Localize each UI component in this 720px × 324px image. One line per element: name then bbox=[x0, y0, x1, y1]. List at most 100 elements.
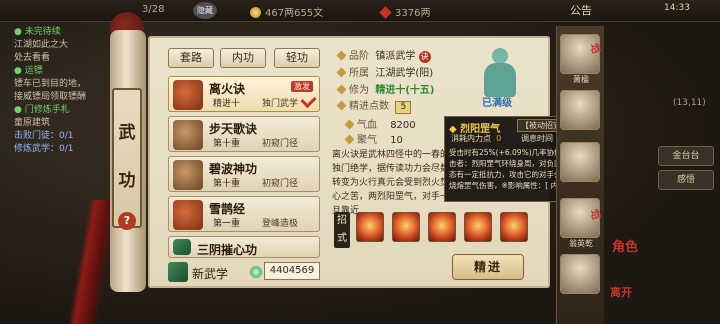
scroll-title-plaque: 武 功 bbox=[112, 88, 142, 228]
upgrade-button[interactable]: 精进 bbox=[452, 254, 524, 280]
fan-scroll-icon bbox=[173, 160, 203, 190]
rank-seal-icon: 诀 bbox=[418, 51, 431, 63]
clock: 14:33 bbox=[664, 3, 690, 13]
stat-value: 10 bbox=[390, 135, 403, 146]
quest-log-line: 童原建筑 bbox=[14, 118, 51, 128]
stat-label: 气血 bbox=[357, 120, 377, 131]
gem-icon bbox=[379, 6, 392, 19]
notice-button[interactable]: 公告 bbox=[570, 2, 592, 18]
cost-value: 0 bbox=[496, 134, 502, 143]
insight-button[interactable]: 感悟 bbox=[658, 170, 714, 190]
character-label[interactable]: 角色 bbox=[612, 236, 638, 255]
scroll-title-char-2: 功 bbox=[118, 171, 136, 191]
tab-light-skill[interactable]: 轻功 bbox=[274, 48, 320, 68]
fan-scroll-icon bbox=[173, 120, 203, 150]
tab-inner-skill[interactable]: 内功 bbox=[220, 48, 266, 68]
fire-scroll-icon bbox=[173, 200, 203, 230]
party-member-name: 萧楹 bbox=[573, 75, 589, 84]
party-member-2[interactable] bbox=[560, 90, 600, 130]
fire-scroll-icon bbox=[173, 80, 203, 110]
skill-item-lihuo[interactable]: 离火诀 激发 精进十 独门武学 bbox=[168, 76, 320, 112]
book-icon bbox=[173, 239, 191, 255]
equipped-check-icon bbox=[300, 91, 317, 109]
skill-name: 三阴摧心功 bbox=[197, 243, 258, 257]
stat-label: 聚气 bbox=[357, 135, 377, 146]
diamond-icon bbox=[336, 100, 347, 111]
points-label: 精进点数 bbox=[349, 101, 389, 112]
quest-log-line: 修炼武学：0/1 bbox=[14, 144, 74, 154]
diamond-icon bbox=[336, 50, 347, 61]
stat-row: 聚气 10 bbox=[344, 131, 403, 146]
diamond-icon bbox=[336, 67, 347, 78]
jade-icon bbox=[250, 266, 262, 278]
skill-level: 第十重 bbox=[213, 179, 241, 189]
grade-row: 品阶 镇派武学 诀 bbox=[336, 47, 431, 63]
skill-name: 碧波神功 bbox=[209, 162, 258, 176]
skill-name: 离火诀 bbox=[209, 82, 246, 96]
arena-button[interactable]: 金台台 bbox=[658, 146, 714, 166]
maxed-label: 已满级 bbox=[482, 98, 512, 109]
quest-log-line: 接威镖局领取镖酬 bbox=[14, 92, 87, 102]
book-icon bbox=[168, 262, 188, 282]
stat-value: 8200 bbox=[390, 120, 416, 131]
diamond-icon bbox=[336, 84, 347, 95]
level-progress: 3/28 bbox=[142, 4, 165, 15]
new-skill-button[interactable]: 新武学 bbox=[192, 265, 228, 282]
skill-level: 精进十 bbox=[213, 99, 241, 109]
grade-value: 镇派武学 bbox=[375, 51, 416, 62]
skill-name: 雪鹊经 bbox=[209, 202, 246, 216]
skill-category: 登峰造极 bbox=[262, 219, 299, 229]
gem-display: 3376两 bbox=[379, 4, 431, 19]
grade-label: 品阶 bbox=[349, 51, 369, 62]
quest-log[interactable]: ● 未完待续 江湖如此之大 处去看看 ● 运镖镖车已到目的地， 接威镖局领取镖酬 ● 门修… bbox=[0, 26, 100, 216]
hide-button[interactable]: 隐藏 bbox=[193, 2, 217, 19]
activated-badge: 激发 bbox=[291, 81, 313, 92]
gem-value: 3376两 bbox=[395, 8, 431, 19]
move-slot-1[interactable] bbox=[356, 212, 384, 242]
diamond-icon bbox=[344, 134, 355, 145]
points-row: 精进点数 5 bbox=[336, 97, 412, 114]
party-member-5[interactable] bbox=[560, 254, 600, 294]
moves-label: 招式 bbox=[334, 212, 350, 248]
stat-row: 气血 8200 bbox=[344, 116, 416, 131]
scroll-title-char-1: 武 bbox=[118, 123, 136, 143]
cultivation-label: 修为 bbox=[349, 85, 369, 96]
party-member-3[interactable] bbox=[560, 142, 600, 182]
skill-item-bibo[interactable]: 碧波神功 第十重 初窥门径 bbox=[168, 156, 320, 192]
cost-row: 消耗内力点 0 bbox=[451, 133, 501, 144]
leave-label[interactable]: 离开 bbox=[610, 284, 632, 300]
skill-item-sanyin[interactable]: 三阴摧心功 bbox=[168, 236, 320, 258]
skill-category: 独门武学 bbox=[262, 99, 299, 109]
points-value: 5 bbox=[395, 101, 412, 114]
map-coords: (13,11) bbox=[673, 98, 706, 108]
gold-value: 467两655文 bbox=[265, 8, 324, 19]
skill-category: 初窥门径 bbox=[262, 179, 299, 189]
move-slot-4[interactable] bbox=[464, 212, 492, 242]
quest-log-line: 处去看看 bbox=[14, 53, 51, 63]
gold-display: 467两655文 bbox=[250, 4, 323, 19]
help-button[interactable]: ? bbox=[118, 212, 136, 230]
coin-icon bbox=[250, 7, 261, 18]
quest-log-line: ● 运镖 bbox=[14, 66, 43, 76]
skill-level: 第十重 bbox=[213, 139, 241, 149]
quest-log-line: ● 未完待续 bbox=[14, 27, 61, 37]
school-label: 所属 bbox=[349, 68, 369, 79]
top-status-bar: 3/28 隐藏 467两655文 3376两 公告 14:33 bbox=[0, 0, 720, 22]
tab-routine[interactable]: 套路 bbox=[168, 48, 214, 68]
cost-label: 消耗内力点 bbox=[451, 134, 491, 143]
tassel-decoration bbox=[70, 200, 114, 324]
skill-category: 初窥门径 bbox=[262, 139, 299, 149]
skill-name: 步天歌诀 bbox=[209, 122, 258, 136]
party-member-name: 翁英乾 bbox=[569, 239, 593, 248]
move-slot-3[interactable] bbox=[428, 212, 456, 242]
diamond-icon bbox=[344, 119, 355, 130]
quest-log-line: ● 门修炼手札 bbox=[14, 105, 70, 115]
school-value: 江湖武学(阳) bbox=[375, 68, 434, 79]
move-slot-2[interactable] bbox=[392, 212, 420, 242]
quest-log-line: 江湖如此之大 bbox=[14, 40, 69, 50]
skill-item-xueque[interactable]: 雪鹊经 第一重 登峰造极 bbox=[168, 196, 320, 232]
skill-item-butian[interactable]: 步天歌诀 第十重 初窥门径 bbox=[168, 116, 320, 152]
quest-log-line: 击败门徒：0/1 bbox=[14, 131, 74, 141]
quest-log-line: 镖车已到目的地， bbox=[14, 79, 87, 89]
move-slot-5[interactable] bbox=[500, 212, 528, 242]
